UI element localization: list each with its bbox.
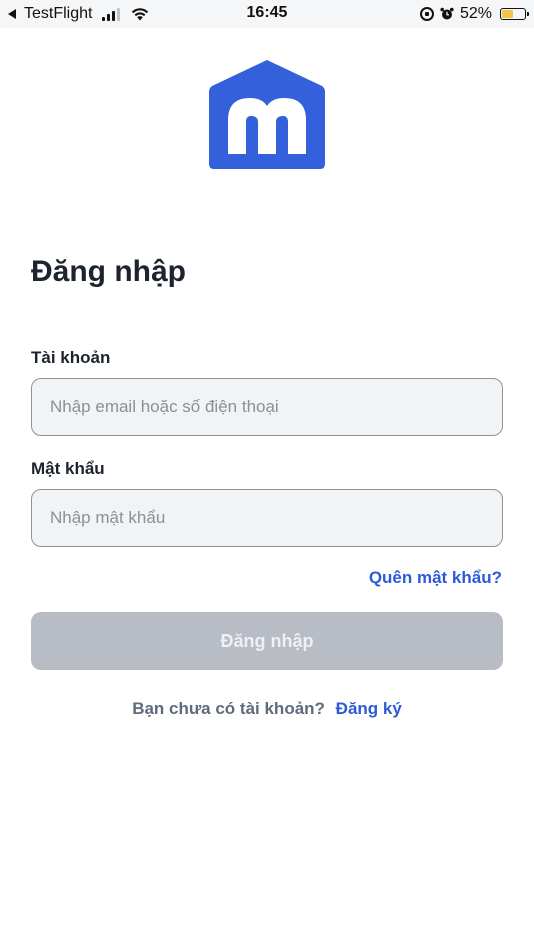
battery-level (502, 10, 513, 18)
password-label: Mật khẩu (31, 459, 105, 478)
account-label: Tài khoản (31, 348, 111, 367)
battery-icon (500, 8, 529, 20)
account-input[interactable] (31, 378, 503, 436)
signup-row: Bạn chưa có tài khoản? Đăng ký (0, 698, 534, 720)
status-bar: TestFlight 16:45 52% (0, 0, 534, 28)
alarm-icon (440, 7, 454, 20)
signup-prompt: Bạn chưa có tài khoản? (132, 699, 325, 718)
forgot-password-link[interactable]: Quên mật khẩu? (369, 567, 502, 589)
signup-link[interactable]: Đăng ký (336, 699, 402, 718)
page-title: Đăng nhập (31, 255, 186, 288)
orientation-lock-icon (419, 7, 434, 21)
house-m-logo-icon (209, 60, 325, 169)
password-input[interactable] (31, 489, 503, 547)
battery-percent: 52% (459, 5, 492, 22)
status-indicators: 52% (419, 4, 529, 24)
login-button[interactable]: Đăng nhập (31, 612, 503, 670)
